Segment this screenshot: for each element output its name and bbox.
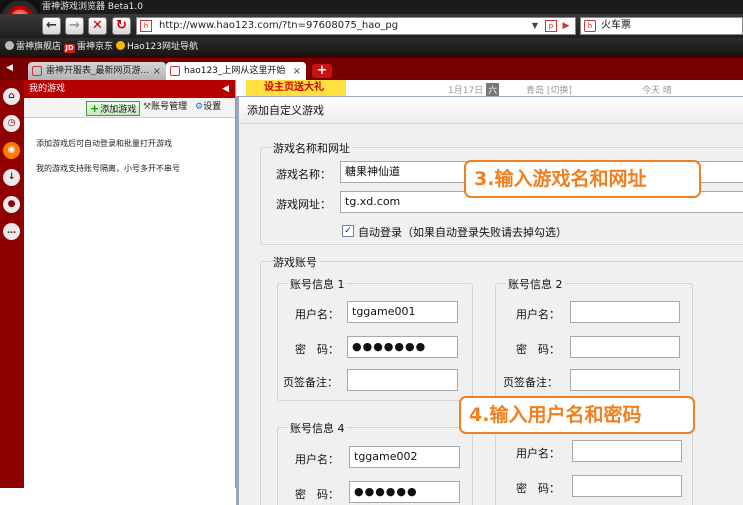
close-icon[interactable]: ×	[153, 62, 161, 81]
settings-button[interactable]: ⚙设置	[192, 101, 224, 116]
download-icon[interactable]: ↓	[3, 169, 20, 186]
plus-icon: +	[90, 102, 100, 115]
account-5-pw-label: 密 码：	[516, 482, 560, 495]
panel-title: 我的游戏	[29, 84, 66, 94]
account-1-note-input[interactable]	[347, 369, 458, 391]
account-2-title: 账号信息 2	[506, 276, 565, 292]
clock-icon[interactable]: ◷	[3, 115, 20, 132]
bookmark-leishen-store[interactable]: 雷神旗舰店	[5, 38, 61, 56]
page-icon	[170, 66, 180, 76]
close-icon[interactable]: ×	[293, 62, 301, 81]
gamepad-icon[interactable]: ◉	[3, 142, 20, 159]
panel-toolbar: +添加游戏 ⚒账号管理 ⚙设置	[24, 98, 235, 118]
game-info-group-label: 游戏名称和网址	[271, 140, 352, 156]
account-management-button[interactable]: ⚒账号管理	[140, 101, 190, 116]
my-games-panel: 我的游戏 ◀ +添加游戏 ⚒账号管理 ⚙设置 添加游戏后可自动登录和批量打开游戏…	[24, 80, 236, 488]
account-1-username-input[interactable]: tggame001	[347, 301, 458, 323]
window-title-bar: 雷神游戏浏览器 Beta1.0	[0, 0, 743, 14]
account-2-note-input[interactable]	[570, 369, 680, 391]
account-4-password-input[interactable]: ●●●●●●	[349, 481, 460, 503]
account-2-user-label: 用户名：	[516, 308, 560, 321]
panel-info-autologin: 添加游戏后可自动登录和批量打开游戏	[36, 139, 172, 148]
new-tab-button[interactable]: +	[312, 64, 332, 78]
wrench-icon: ⚒	[143, 102, 152, 112]
weekday-badge: 六	[486, 83, 500, 96]
account-4-title: 账号信息 4	[288, 420, 347, 436]
account-2-pw-label: 密 码：	[516, 343, 560, 356]
panel-info-isolation: 我的游戏支持账号隔离，小号多开不串号	[36, 164, 180, 173]
account-1-password-input[interactable]: ●●●●●●●	[347, 336, 458, 358]
sidebar-toggle-icon[interactable]: ◀	[6, 63, 16, 73]
weather-display: 今天 晴	[642, 86, 672, 96]
date-display: 1月17日 六	[448, 83, 500, 96]
account-1-title: 账号信息 1	[288, 276, 347, 292]
game-accounts-group-label: 游戏账号	[271, 254, 319, 270]
account-4-pw-label: 密 码：	[295, 488, 339, 501]
autologin-label: 自动登录（如果自动登录失败请去掉勾选）	[358, 226, 567, 239]
bookmark-bar: 雷神旗舰店 JD 雷神京东 Hao123网址导航	[0, 38, 743, 56]
account-1-user-label: 用户名：	[295, 308, 339, 321]
account-2-password-input[interactable]	[570, 336, 680, 358]
homepage-banner[interactable]: 设主页送大礼	[246, 80, 346, 96]
user-icon[interactable]: ●	[3, 196, 20, 213]
pin-icon[interactable]: ◀	[222, 80, 229, 98]
go-arrow-icon[interactable]: ▶	[560, 19, 572, 33]
page-icon	[32, 66, 42, 76]
account-4-user-label: 用户名：	[295, 453, 339, 466]
address-bar[interactable]: h http://www.hao123.com/?tn=97608075_hao…	[136, 17, 576, 35]
account-5-username-input[interactable]	[572, 440, 682, 462]
home-icon[interactable]: ⌂	[3, 88, 20, 105]
stop-button[interactable]: ✕	[88, 17, 107, 35]
window-title: 雷神游戏浏览器 Beta1.0	[42, 2, 143, 12]
sidebar-rail: ⌂ ◷ ◉ ↓ ● …	[0, 80, 24, 488]
autologin-checkbox[interactable]: ✓	[342, 225, 354, 237]
add-custom-game-dialog: 添加自定义游戏 游戏名称和网址 游戏名称： 糖果神仙道 游戏网址： tg.xd.…	[236, 96, 743, 505]
forward-button[interactable]: →	[65, 17, 84, 35]
dialog-title: 添加自定义游戏	[239, 97, 743, 124]
tab-kaifubiao[interactable]: 雷神开服表_最新网页游... ×	[28, 62, 166, 82]
account-1-note-label: 页签备注：	[283, 376, 338, 389]
tab-hao123[interactable]: hao123_上网从这里开始 ×	[166, 62, 306, 82]
account-2-username-input[interactable]	[570, 301, 680, 323]
page-icon[interactable]: p	[545, 20, 557, 32]
hao123-icon	[116, 41, 125, 50]
account-4-username-input[interactable]: tggame002	[349, 446, 460, 468]
account-5-password-input[interactable]	[572, 475, 682, 497]
account-2-note-label: 页签备注：	[503, 376, 558, 389]
jd-icon: JD	[64, 44, 75, 53]
city-selector[interactable]: 青岛 [切换]	[526, 83, 572, 96]
search-input: 火车票	[601, 20, 631, 31]
refresh-button[interactable]: ↻	[112, 17, 131, 35]
step-3-callout: 3.输入游戏名和网址	[464, 160, 701, 198]
search-engine-icon: h	[584, 20, 596, 32]
account-5-user-label: 用户名：	[516, 447, 560, 460]
game-url-label: 游戏网址：	[276, 198, 331, 211]
chevron-down-icon[interactable]: ▼	[529, 19, 541, 33]
panel-header: 我的游戏 ◀	[24, 80, 235, 98]
bookmark-hao123[interactable]: Hao123网址导航	[116, 38, 198, 56]
account-1-pw-label: 密 码：	[295, 343, 339, 356]
tab-bar: ◀ 雷神开服表_最新网页游... × hao123_上网从这里开始 × +	[0, 56, 743, 82]
bookmark-leishen-jd[interactable]: JD 雷神京东	[64, 38, 113, 56]
game-name-label: 游戏名称：	[276, 168, 331, 181]
gear-icon: ⚙	[195, 102, 204, 112]
chat-icon[interactable]: …	[3, 223, 20, 240]
search-box[interactable]: h 火车票	[580, 17, 743, 35]
navigation-bar: ← → ✕ ↻ h http://www.hao123.com/?tn=9760…	[0, 14, 743, 38]
add-game-button[interactable]: +添加游戏	[86, 101, 141, 116]
address-text: http://www.hao123.com/?tn=97608075_hao_p…	[159, 20, 399, 31]
gear-icon	[5, 41, 14, 50]
back-button[interactable]: ←	[42, 17, 61, 35]
step-4-callout: 4.输入用户名和密码	[459, 396, 695, 434]
site-favicon-icon: h	[140, 20, 152, 32]
